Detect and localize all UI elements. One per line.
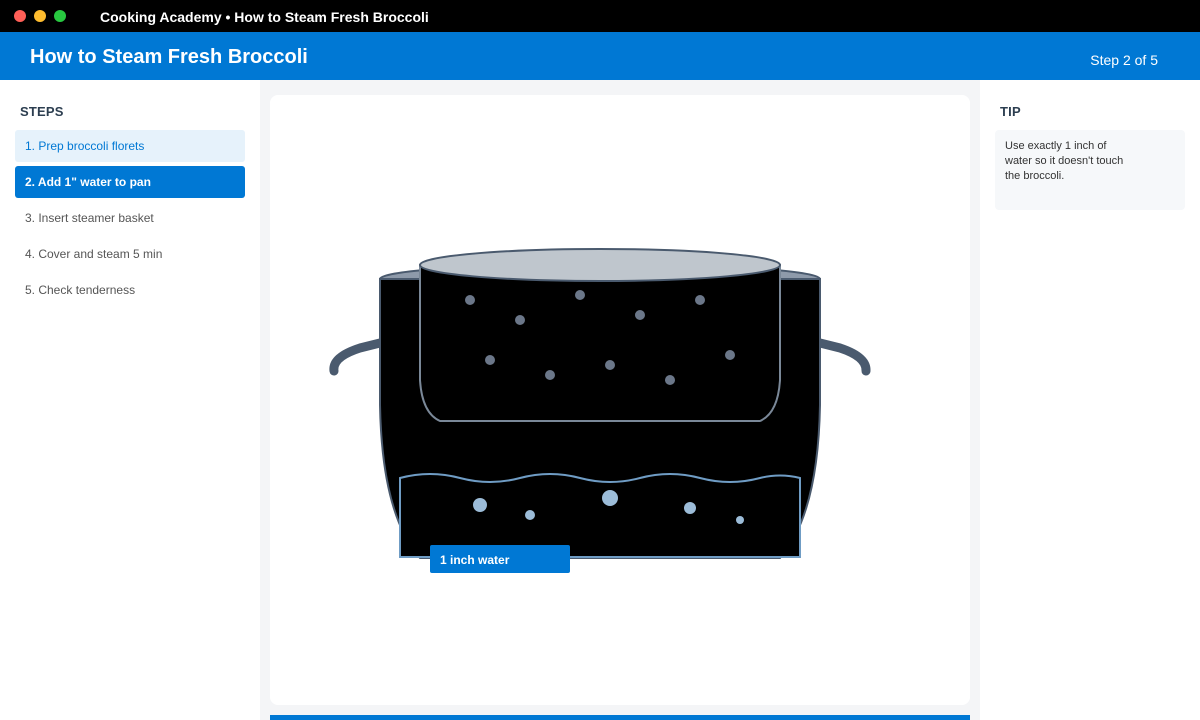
steps-list: 1. Prep broccoli florets 2. Add 1" water… xyxy=(15,130,245,310)
progress-bar xyxy=(270,715,970,720)
tip-text: Use exactly 1 inch of water so it doesn'… xyxy=(1005,140,1124,182)
water-label-text: 1 inch water xyxy=(440,553,510,567)
steamer-basket-rim xyxy=(419,248,781,282)
step-indicator: Step 2 of 5 xyxy=(1090,52,1158,68)
basket-hole xyxy=(725,350,735,360)
tip-panel: TIP Use exactly 1 inch of water so it do… xyxy=(980,80,1200,720)
basket-hole xyxy=(485,355,495,365)
window-titlebar: Cooking Academy • How to Steam Fresh Bro… xyxy=(0,0,1200,32)
steamer-pot-diagram: 1 inch water xyxy=(329,248,871,573)
bubble xyxy=(736,516,744,524)
basket-hole xyxy=(515,315,525,325)
basket-hole xyxy=(605,360,615,370)
tip-box: Use exactly 1 inch of water so it doesn'… xyxy=(995,130,1185,210)
page-title: How to Steam Fresh Broccoli xyxy=(30,46,308,68)
basket-hole xyxy=(635,310,645,320)
diagram-card: 1 inch water xyxy=(270,95,970,705)
left-pot-handle xyxy=(329,338,385,376)
step-item-prep[interactable]: 1. Prep broccoli florets xyxy=(15,130,245,162)
water-depth-label: 1 inch water xyxy=(430,545,570,573)
maximize-window-icon[interactable] xyxy=(54,10,66,22)
page-header: How to Steam Fresh Broccoli Step 2 of 5 xyxy=(0,32,1200,80)
bubble xyxy=(525,510,535,520)
basket-hole xyxy=(465,295,475,305)
step-item-cover-steam[interactable]: 4. Cover and steam 5 min xyxy=(15,238,245,270)
basket-hole xyxy=(695,295,705,305)
progress-fill xyxy=(270,715,970,720)
step-item-insert-basket[interactable]: 3. Insert steamer basket xyxy=(15,202,245,234)
basket-hole xyxy=(545,370,555,380)
close-window-icon[interactable] xyxy=(14,10,26,22)
steps-heading: STEPS xyxy=(20,104,64,119)
right-pot-handle xyxy=(815,338,871,376)
water-layer xyxy=(399,473,801,558)
minimize-window-icon[interactable] xyxy=(34,10,46,22)
bubble xyxy=(684,502,696,514)
bubble xyxy=(602,490,618,506)
step-item-add-water[interactable]: 2. Add 1" water to pan xyxy=(15,166,245,198)
bubble xyxy=(473,498,487,512)
tip-heading: TIP xyxy=(1000,104,1021,119)
step-item-check-tenderness[interactable]: 5. Check tenderness xyxy=(15,274,245,306)
basket-hole xyxy=(665,375,675,385)
window-title: Cooking Academy • How to Steam Fresh Bro… xyxy=(100,9,429,25)
basket-hole xyxy=(575,290,585,300)
steps-sidebar: STEPS 1. Prep broccoli florets 2. Add 1"… xyxy=(0,80,260,720)
steamer-basket xyxy=(419,264,781,422)
